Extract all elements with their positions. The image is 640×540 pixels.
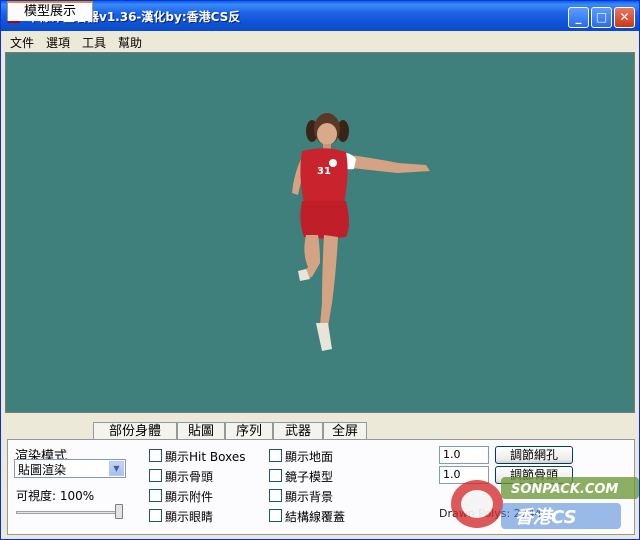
checkbox-show-ground[interactable]	[269, 449, 282, 462]
watermark-line2: 香港CS	[515, 507, 577, 528]
minimize-button[interactable]: _	[568, 7, 589, 28]
tab-textures[interactable]: 貼圖	[177, 422, 225, 440]
visibility-label: 可視度: 100%	[16, 489, 95, 503]
menu-bar: 文件 選項 工具 幫助	[1, 31, 639, 51]
app-window: 半條命查看器v1.36-漢化by:香港CS反 _ □ ✕ 文件 選項 工具 幫助	[0, 0, 640, 540]
checkbox-show-attachments[interactable]	[149, 489, 162, 502]
mirror-model-label: 鏡子模型	[285, 470, 334, 484]
model-viewport[interactable]: 31	[5, 52, 635, 413]
render-mode-select[interactable]: 貼圖渲染 ▼	[14, 459, 126, 478]
watermark-logo: SONPACK.COM 香港CS	[451, 477, 639, 529]
checkbox-mirror-model[interactable]	[269, 469, 282, 482]
close-button[interactable]: ✕	[614, 7, 635, 28]
character-model: 31	[292, 113, 430, 351]
wireframe-overlay-label: 結構線覆蓋	[285, 510, 346, 524]
show-background-label: 顯示背景	[285, 490, 334, 504]
mesh-scale-value: 1.0	[443, 448, 461, 461]
tab-model-display[interactable]: 模型展示	[7, 1, 93, 21]
show-hitboxes-label: 顯示Hit Boxes	[165, 450, 246, 464]
show-ground-label: 顯示地面	[285, 450, 334, 464]
checkbox-show-bones[interactable]	[149, 469, 162, 482]
tab-sequences[interactable]: 序列	[225, 422, 273, 440]
render-mode-value: 貼圖渲染	[18, 463, 67, 477]
checkbox-show-hitboxes[interactable]	[149, 449, 162, 462]
menu-help[interactable]: 幫助	[118, 34, 142, 51]
tab-body-parts[interactable]: 部份身體	[93, 422, 177, 440]
visibility-slider-thumb[interactable]	[115, 504, 123, 519]
jersey-number: 31	[317, 166, 331, 177]
tab-weapons[interactable]: 武器	[273, 422, 323, 440]
chevron-down-icon[interactable]: ▼	[109, 461, 124, 476]
visibility-slider-track[interactable]	[16, 511, 120, 514]
checkbox-show-background[interactable]	[269, 489, 282, 502]
show-attachments-label: 顯示附件	[165, 490, 214, 504]
adjust-mesh-button[interactable]: 調節網孔	[495, 446, 573, 464]
tab-fullscreen[interactable]: 全屏	[323, 422, 367, 440]
checkbox-wireframe-overlay[interactable]	[269, 509, 282, 522]
mesh-scale-input[interactable]: 1.0	[439, 446, 489, 464]
menu-options[interactable]: 選項	[46, 34, 70, 51]
title-bar[interactable]: 半條命查看器v1.36-漢化by:香港CS反 _ □ ✕	[1, 1, 639, 31]
menu-file[interactable]: 文件	[10, 34, 34, 51]
watermark-line1: SONPACK.COM	[511, 482, 618, 497]
show-eyes-label: 顯示眼睛	[165, 510, 214, 524]
show-bones-label: 顯示骨頭	[165, 470, 214, 484]
checkbox-show-eyes[interactable]	[149, 509, 162, 522]
menu-tools[interactable]: 工具	[82, 34, 106, 51]
maximize-button[interactable]: □	[591, 7, 612, 28]
